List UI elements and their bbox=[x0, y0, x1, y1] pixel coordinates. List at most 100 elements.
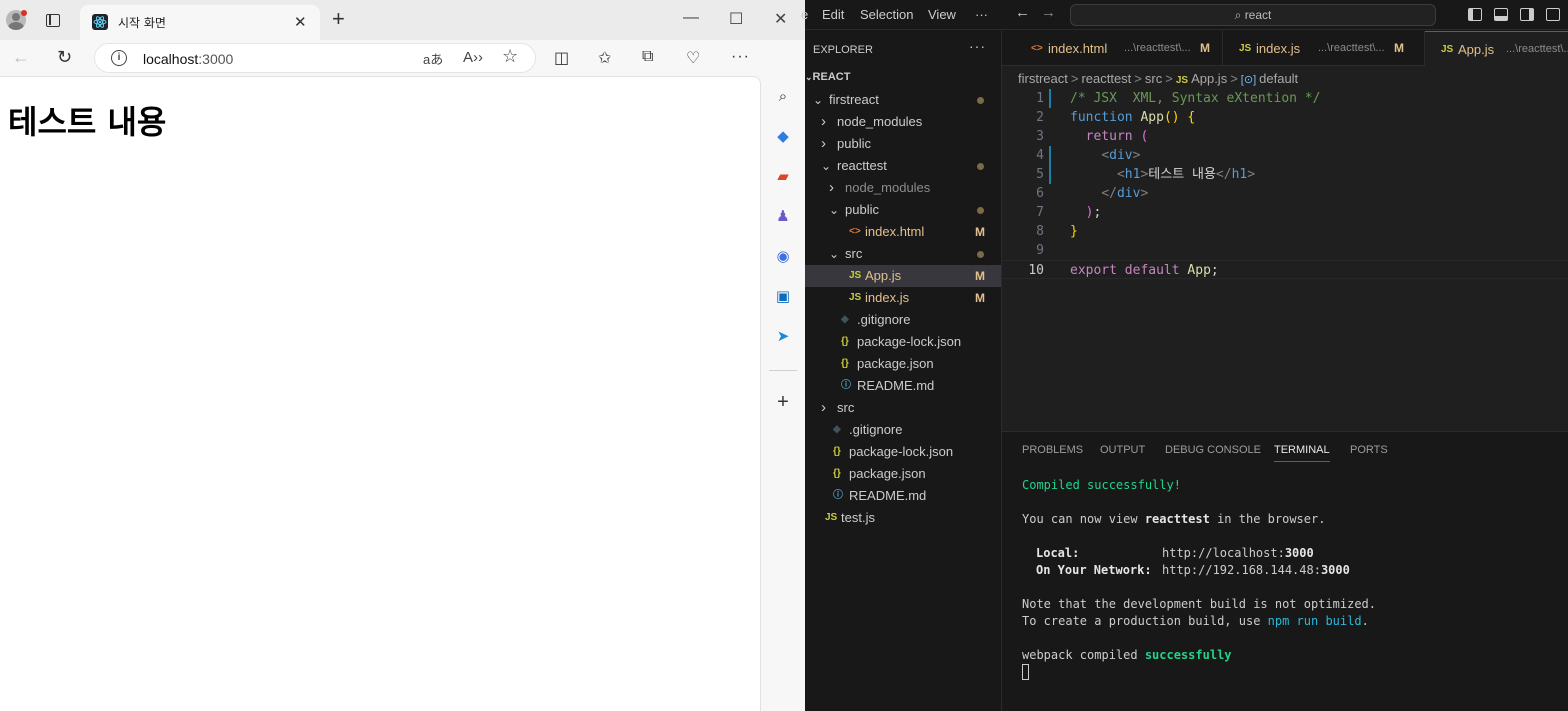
minimize-icon[interactable]: — bbox=[683, 9, 699, 27]
drop-icon[interactable]: ➤ bbox=[773, 327, 793, 347]
tree-item-label: node_modules bbox=[845, 180, 931, 195]
menu-go[interactable]: e bbox=[801, 7, 808, 22]
browser-tab-bar: 시작 화면 ✕ + — ☐ ✕ bbox=[0, 0, 805, 40]
browser-tab[interactable]: 시작 화면 ✕ bbox=[80, 5, 320, 40]
back-icon[interactable]: ← bbox=[12, 47, 30, 68]
favorites-icon[interactable]: ✩ bbox=[598, 48, 611, 68]
more-icon[interactable]: ··· bbox=[731, 48, 750, 66]
toggle-panel-icon[interactable] bbox=[1494, 8, 1508, 21]
tree-item[interactable]: ⌄ reacttest bbox=[805, 155, 1001, 177]
tree-item-label: node_modules bbox=[837, 114, 923, 129]
tree-item[interactable]: › node_modules bbox=[805, 111, 1001, 133]
editor-tab[interactable]: <> index.html ...\reacttest\... M bbox=[1015, 31, 1223, 66]
panel-tab-output[interactable]: OUTPUT bbox=[1100, 444, 1145, 456]
tree-item[interactable]: › src bbox=[805, 397, 1001, 419]
breadcrumb-item[interactable]: default bbox=[1259, 71, 1298, 86]
tree-item-label: index.html bbox=[865, 224, 925, 239]
tree-item[interactable]: <> index.html M bbox=[805, 221, 1001, 243]
workspace-section[interactable]: ⌄REACT bbox=[805, 71, 850, 83]
tree-item[interactable]: JS index.js M bbox=[805, 287, 1001, 309]
forward-icon[interactable]: → bbox=[1041, 4, 1056, 21]
editor-tab[interactable]: JS index.js ...\reacttest\... M bbox=[1223, 31, 1425, 66]
toggle-secondary-sidebar-icon[interactable] bbox=[1520, 8, 1534, 21]
terminal-text: in the browser. bbox=[1209, 512, 1326, 526]
breadcrumb-item[interactable]: src bbox=[1145, 71, 1162, 86]
refresh-icon[interactable]: ↻ bbox=[57, 47, 72, 68]
tree-item[interactable]: ◆ .gitignore bbox=[805, 309, 1001, 331]
tree-item[interactable]: ⓘ README.md bbox=[805, 485, 1001, 507]
command-center[interactable]: ⌕ react bbox=[1070, 4, 1436, 26]
search-icon[interactable]: ⌕ bbox=[773, 87, 793, 107]
tree-item[interactable]: JS test.js bbox=[805, 507, 1001, 529]
customize-layout-icon[interactable] bbox=[1546, 8, 1560, 21]
tree-item[interactable]: › node_modules bbox=[805, 177, 1001, 199]
line-number: 5 bbox=[1036, 167, 1044, 182]
tree-item[interactable]: {} package-lock.json bbox=[805, 441, 1001, 463]
breadcrumb-item[interactable]: reacttest bbox=[1081, 71, 1131, 86]
editor-tab[interactable]: JS App.js ...\reacttest\... bbox=[1425, 31, 1568, 66]
menu-more[interactable]: ··· bbox=[975, 7, 988, 22]
url-host: localhost bbox=[143, 51, 199, 67]
line-number: 4 bbox=[1036, 148, 1044, 163]
breadcrumb-separator: > bbox=[1165, 71, 1173, 86]
site-info-icon[interactable]: i bbox=[111, 50, 127, 66]
tree-item[interactable]: ⓘ README.md bbox=[805, 375, 1001, 397]
js-file-icon[interactable]: JS bbox=[1176, 75, 1188, 86]
menu-view[interactable]: View bbox=[928, 7, 956, 22]
chevron-down-icon: ⌄ bbox=[805, 72, 813, 82]
tree-item[interactable]: {} package.json bbox=[805, 463, 1001, 485]
collections-icon[interactable]: ⧉ bbox=[642, 48, 653, 66]
code-token: ( bbox=[1140, 129, 1149, 144]
microsoft-365-icon[interactable]: ◉ bbox=[773, 247, 793, 267]
code-text: /* JSX XML, Syntax eXtention */ bbox=[1070, 89, 1320, 108]
explorer-more-icon[interactable]: ··· bbox=[969, 38, 986, 54]
tree-item[interactable]: ◆ .gitignore bbox=[805, 419, 1001, 441]
read-aloud-language-icon[interactable]: aあ bbox=[423, 49, 443, 68]
panel-tab-ports[interactable]: PORTS bbox=[1350, 444, 1388, 456]
code-token: 테스트 내용 bbox=[1148, 167, 1216, 182]
tree-item-label: .gitignore bbox=[849, 422, 903, 437]
tree-item[interactable]: ⌄ public bbox=[805, 199, 1001, 221]
code-token: ; bbox=[1093, 205, 1102, 220]
address-url[interactable]: localhost:3000 bbox=[143, 51, 233, 67]
breadcrumb-separator: > bbox=[1230, 71, 1238, 86]
tree-item[interactable]: ⌄ src bbox=[805, 243, 1001, 265]
add-icon[interactable]: + bbox=[773, 392, 793, 412]
new-tab-icon[interactable]: + bbox=[332, 8, 345, 30]
panel-tab-debug-console[interactable]: DEBUG CONSOLE bbox=[1165, 444, 1261, 456]
back-icon[interactable]: ← bbox=[1015, 4, 1030, 21]
tree-item[interactable]: › public bbox=[805, 133, 1001, 155]
games-icon[interactable]: ♟ bbox=[773, 207, 793, 227]
tree-item[interactable]: ⌄ firstreact bbox=[805, 89, 1001, 111]
editor-tab-path: ...\reacttest\... bbox=[1506, 43, 1568, 55]
menu-edit[interactable]: Edit bbox=[822, 7, 844, 22]
outlook-icon[interactable]: ▣ bbox=[773, 287, 793, 307]
favorite-star-icon[interactable]: ☆ bbox=[502, 46, 518, 67]
tree-item[interactable]: JS App.js M bbox=[805, 265, 1001, 287]
immersive-reader-icon[interactable]: A›› bbox=[463, 49, 483, 66]
panel-tab-problems[interactable]: PROBLEMS bbox=[1022, 444, 1083, 456]
git-file-icon: ◆ bbox=[841, 314, 849, 325]
toggle-primary-sidebar-icon[interactable] bbox=[1468, 8, 1482, 21]
shopping-icon[interactable]: ◆ bbox=[773, 127, 793, 147]
tools-icon[interactable]: ▰ bbox=[773, 167, 793, 187]
split-screen-icon[interactable]: ◫ bbox=[554, 48, 569, 68]
address-bar[interactable]: i localhost:3000 aあ A›› ☆ bbox=[94, 43, 536, 73]
breadcrumb-item[interactable]: firstreact bbox=[1018, 71, 1068, 86]
browser-essentials-icon[interactable]: ♡ bbox=[686, 48, 700, 68]
terminal-cursor[interactable] bbox=[1022, 664, 1029, 680]
maximize-icon[interactable]: ☐ bbox=[729, 9, 743, 29]
menu-selection[interactable]: Selection bbox=[860, 7, 913, 22]
window-close-icon[interactable]: ✕ bbox=[774, 9, 787, 29]
tree-item-label: reacttest bbox=[837, 158, 887, 173]
tab-actions-icon[interactable] bbox=[46, 14, 60, 27]
tree-item[interactable]: {} package-lock.json bbox=[805, 331, 1001, 353]
tree-item[interactable]: {} package.json bbox=[805, 353, 1001, 375]
panel-tab-terminal[interactable]: TERMINAL bbox=[1274, 444, 1330, 462]
breadcrumb-item[interactable]: App.js bbox=[1191, 71, 1227, 86]
git-file-icon: ◆ bbox=[833, 424, 841, 435]
terminal-local-url: http://localhost: bbox=[1162, 546, 1285, 560]
close-icon[interactable]: ✕ bbox=[294, 13, 307, 31]
symbol-variable-icon[interactable]: [⊙] bbox=[1241, 74, 1256, 86]
